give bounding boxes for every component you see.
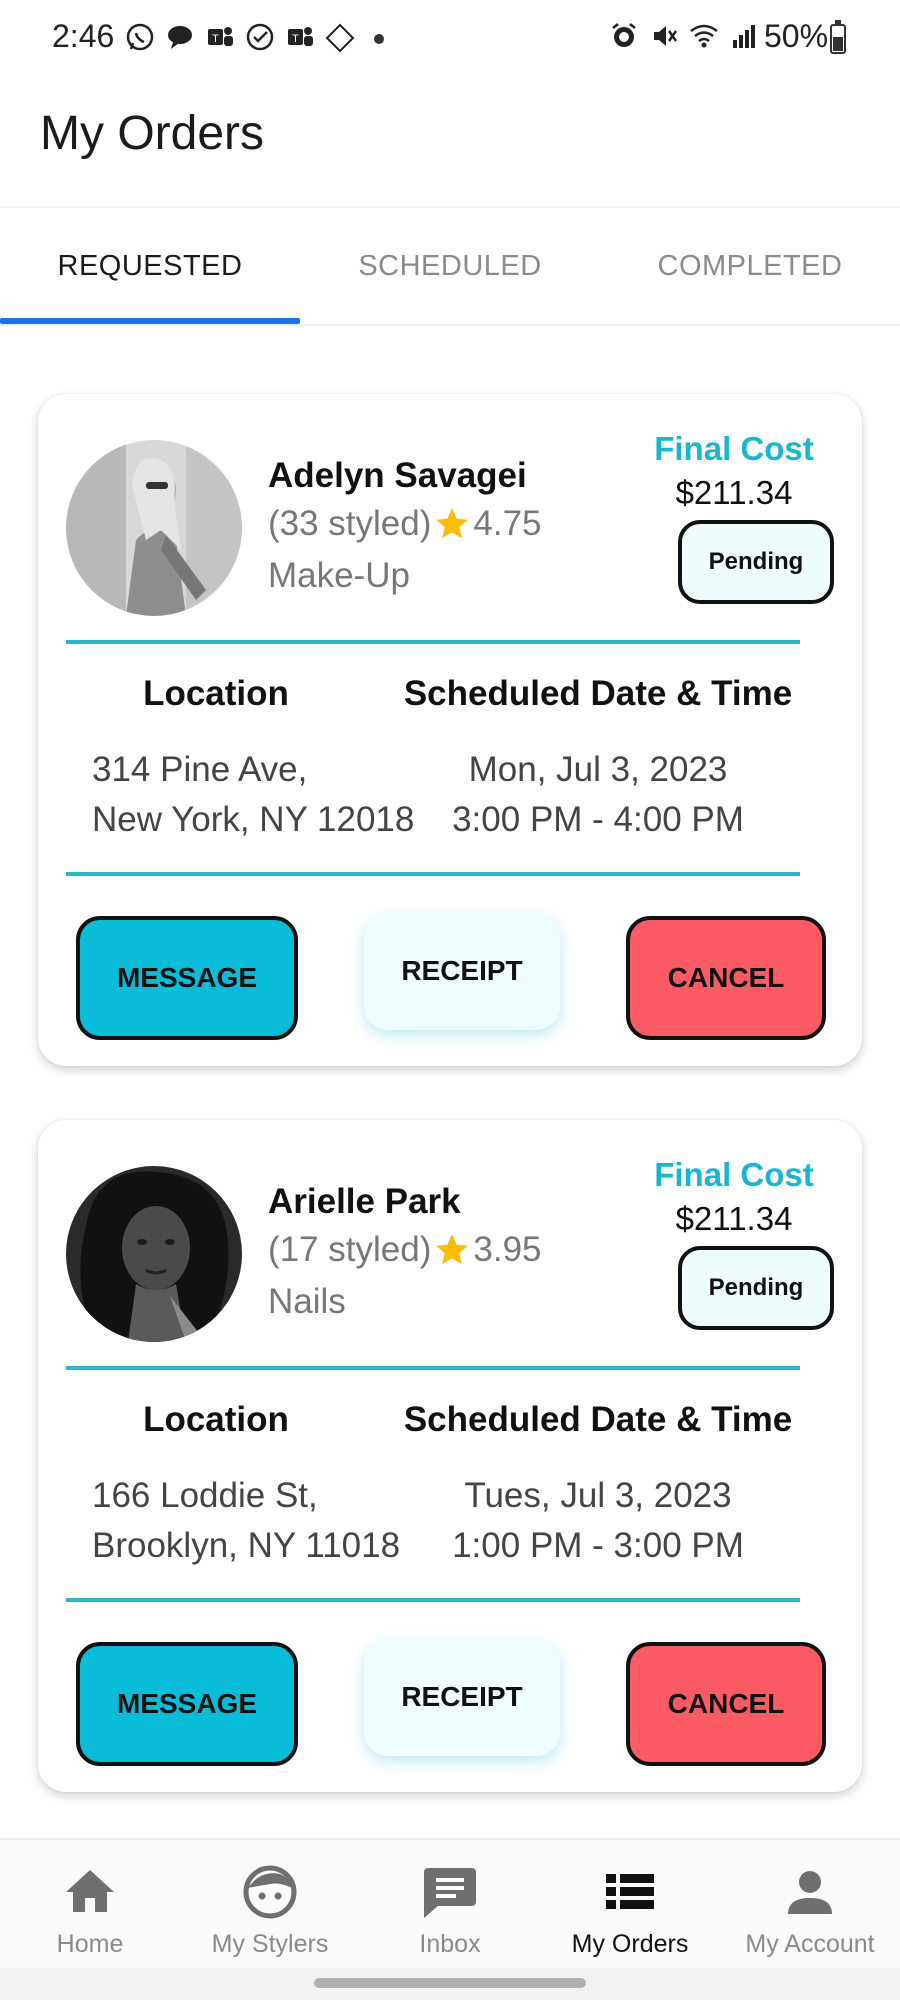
- nav-label: Inbox: [419, 1930, 481, 1958]
- status-badge: Pending: [678, 520, 834, 604]
- wifi-icon: [688, 22, 720, 54]
- teams-icon: T: [284, 22, 316, 54]
- chat-bubble-icon: [424, 1868, 476, 1918]
- receipt-button[interactable]: RECEIPT: [364, 912, 560, 1030]
- bottom-nav: Home My Stylers Inbox My Orders My Accou…: [0, 1838, 900, 1968]
- card-divider: [66, 1366, 800, 1370]
- battery-percent: 50%: [764, 18, 829, 54]
- address-line-1: 314 Pine Ave,: [92, 750, 308, 789]
- stylist-name: Adelyn Savagei: [268, 456, 527, 495]
- datetime-heading: Scheduled Date & Time: [403, 674, 793, 713]
- rating-value: 4.75: [473, 504, 542, 543]
- whatsapp-icon: [124, 22, 156, 54]
- rating-value: 3.95: [473, 1230, 542, 1269]
- styled-count: (17 styled): [268, 1230, 432, 1269]
- svg-text:T: T: [212, 33, 219, 45]
- nav-item-inbox[interactable]: Inbox: [360, 1840, 540, 1968]
- tab-requested[interactable]: REQUESTED: [0, 208, 300, 324]
- chat-icon: [164, 22, 196, 54]
- card-divider: [66, 640, 800, 644]
- signal-icon: [728, 22, 760, 54]
- adt-icon: [324, 22, 356, 54]
- order-tabs: REQUESTED SCHEDULED COMPLETED: [0, 208, 900, 326]
- location-heading: Location: [143, 1400, 289, 1439]
- address-line-1: 166 Loddie St,: [92, 1476, 318, 1515]
- check-circle-icon: [244, 22, 276, 54]
- status-badge: Pending: [678, 1246, 834, 1330]
- stylist-avatar[interactable]: [66, 440, 242, 616]
- service-type: Make-Up: [268, 556, 410, 595]
- location-heading: Location: [143, 674, 289, 713]
- nav-item-home[interactable]: Home: [0, 1840, 180, 1968]
- battery-icon: [830, 20, 846, 54]
- status-bar: 2:46 T T 50%: [0, 0, 900, 80]
- scheduled-date: Tues, Jul 3, 2023: [464, 1476, 732, 1515]
- service-type: Nails: [268, 1282, 346, 1321]
- nav-label: My Stylers: [211, 1930, 329, 1958]
- final-cost-label: Final Cost: [654, 430, 814, 467]
- tab-completed[interactable]: COMPLETED: [600, 208, 900, 324]
- stylist-rating-row: (17 styled) 3.95: [268, 1230, 542, 1270]
- message-button[interactable]: MESSAGE: [76, 1642, 298, 1766]
- notification-icons: T T: [124, 22, 356, 54]
- stylist-name: Arielle Park: [268, 1182, 461, 1221]
- page-title: My Orders: [40, 107, 265, 160]
- scheduled-time: 1:00 PM - 3:00 PM: [452, 1526, 744, 1565]
- scheduled-time: 3:00 PM - 4:00 PM: [452, 800, 744, 839]
- final-cost-value: $211.34: [675, 1200, 793, 1237]
- nav-item-my-orders[interactable]: My Orders: [540, 1840, 720, 1968]
- final-cost-value: $211.34: [675, 474, 793, 511]
- list-icon: [606, 1874, 654, 1909]
- card-divider: [66, 872, 800, 876]
- svg-text:T: T: [292, 33, 299, 45]
- face-icon: [243, 1865, 297, 1919]
- mute-icon: [648, 22, 680, 54]
- address-line-2: New York, NY 12018: [92, 800, 415, 839]
- styled-count: (33 styled): [268, 504, 432, 543]
- address-line-2: Brooklyn, NY 11018: [92, 1526, 401, 1565]
- receipt-button[interactable]: RECEIPT: [364, 1638, 560, 1756]
- stylist-rating-row: (33 styled) 4.75: [268, 504, 542, 544]
- nav-item-my-stylers[interactable]: My Stylers: [180, 1840, 360, 1968]
- scheduled-date: Mon, Jul 3, 2023: [468, 750, 728, 789]
- message-button[interactable]: MESSAGE: [76, 916, 298, 1040]
- stylist-avatar[interactable]: [66, 1166, 242, 1342]
- star-icon: [436, 1234, 469, 1265]
- status-time: 2:46: [52, 18, 115, 54]
- person-icon: [788, 1871, 832, 1914]
- active-tab-indicator: [0, 318, 300, 324]
- order-card: Adelyn Savagei (33 styled) 4.75 Make-Up …: [38, 394, 862, 1066]
- home-icon: [66, 1870, 114, 1912]
- system-icons: [608, 22, 760, 54]
- nav-label: Home: [56, 1930, 124, 1958]
- home-indicator[interactable]: [314, 1978, 586, 1988]
- final-cost-label: Final Cost: [654, 1156, 814, 1193]
- card-divider: [66, 1598, 800, 1602]
- teams-icon: T: [204, 22, 236, 54]
- nav-item-my-account[interactable]: My Account: [720, 1840, 900, 1968]
- alarm-icon: [608, 22, 640, 54]
- status-dot: [374, 34, 384, 44]
- datetime-heading: Scheduled Date & Time: [403, 1400, 793, 1439]
- order-card: Arielle Park (17 styled) 3.95 Nails Fina…: [38, 1120, 862, 1792]
- cancel-button[interactable]: CANCEL: [626, 916, 826, 1040]
- tab-scheduled[interactable]: SCHEDULED: [300, 208, 600, 324]
- nav-label: My Account: [745, 1930, 875, 1958]
- star-icon: [436, 508, 469, 539]
- nav-label: My Orders: [571, 1930, 689, 1958]
- cancel-button[interactable]: CANCEL: [626, 1642, 826, 1766]
